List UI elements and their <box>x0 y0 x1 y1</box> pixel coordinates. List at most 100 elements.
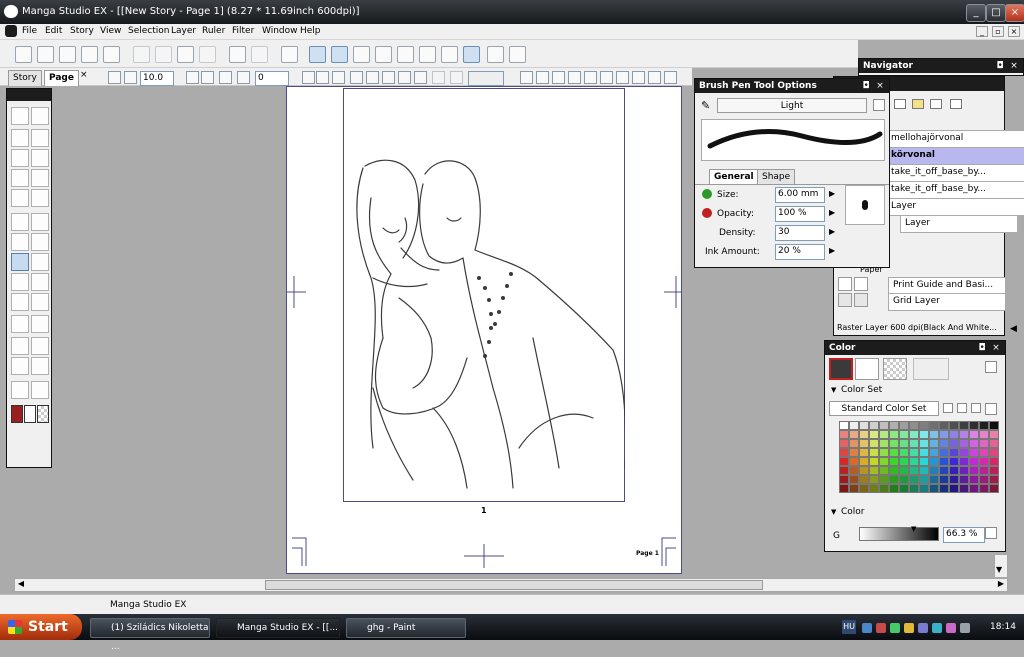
move-tool-icon[interactable] <box>31 169 49 187</box>
color-swatch[interactable] <box>929 421 939 430</box>
ruler-tool-5-icon[interactable] <box>584 71 597 84</box>
flip-horizontal-icon[interactable] <box>316 71 329 84</box>
color-swatch[interactable] <box>889 421 899 430</box>
fit-screen-icon[interactable] <box>350 71 363 84</box>
maximize-button[interactable]: □ <box>986 4 1006 22</box>
pen-size-input[interactable]: 10.0 <box>140 71 174 86</box>
brush-menu-icon[interactable] <box>873 99 885 111</box>
brush-options-close-button[interactable]: × <box>875 81 885 91</box>
color-swatch[interactable] <box>989 448 999 457</box>
color-swatch[interactable] <box>909 484 919 493</box>
color-swatch[interactable] <box>969 421 979 430</box>
color-swatch[interactable] <box>949 484 959 493</box>
color-swatch[interactable] <box>869 430 879 439</box>
size-arrow-icon[interactable]: ▶ <box>829 189 835 198</box>
grid-snap-icon[interactable] <box>648 71 661 84</box>
color-swatch[interactable] <box>959 466 969 475</box>
menu-layer[interactable]: Layer <box>171 26 196 36</box>
speech-balloon-tool-icon[interactable] <box>31 337 49 355</box>
start-button[interactable]: Start <box>0 614 82 640</box>
tray-icon-5[interactable] <box>918 623 928 633</box>
color-swatch[interactable] <box>849 475 859 484</box>
color-swatch[interactable] <box>879 475 889 484</box>
minimize-button[interactable]: _ <box>966 4 986 22</box>
select-arrow-tool-icon[interactable] <box>31 129 49 147</box>
rotate-view-icon[interactable] <box>432 71 445 84</box>
cut-icon[interactable] <box>133 46 150 63</box>
color-swatch[interactable] <box>919 448 929 457</box>
white-color-swatch[interactable] <box>24 405 36 423</box>
color-swatch[interactable] <box>929 448 939 457</box>
tray-icon-4[interactable] <box>904 623 914 633</box>
color-swatch[interactable] <box>919 475 929 484</box>
color-swatch[interactable] <box>949 439 959 448</box>
color-swatch[interactable] <box>979 430 989 439</box>
color-swatch[interactable] <box>969 484 979 493</box>
color-swatch[interactable] <box>979 439 989 448</box>
tab-shape[interactable]: Shape <box>757 169 796 185</box>
color-swatch[interactable] <box>859 448 869 457</box>
ruler-icon[interactable] <box>397 46 414 63</box>
tab-page[interactable]: Page <box>44 70 79 86</box>
color-swatch[interactable] <box>889 457 899 466</box>
color-swatch[interactable] <box>949 466 959 475</box>
color-swatch[interactable] <box>869 448 879 457</box>
save-icon[interactable] <box>81 46 98 63</box>
density-arrow-icon[interactable]: ▶ <box>829 227 835 236</box>
mdi-restore-button[interactable]: ▫ <box>992 26 1004 37</box>
color-swatch[interactable] <box>979 475 989 484</box>
color-swatch[interactable] <box>899 421 909 430</box>
pen-pressure-tool-icon[interactable] <box>11 357 29 375</box>
zoom-in-icon[interactable] <box>398 71 411 84</box>
color-swatch[interactable] <box>979 484 989 493</box>
scroll-right-icon[interactable]: ▶ <box>995 579 1007 591</box>
preview-icon[interactable] <box>509 46 526 63</box>
menu-story[interactable]: Story <box>70 26 94 36</box>
grid-icon[interactable] <box>463 46 480 63</box>
color-swatch[interactable] <box>929 475 939 484</box>
color-swatch[interactable] <box>899 484 909 493</box>
color-swatch[interactable] <box>889 430 899 439</box>
color-swatch[interactable] <box>889 448 899 457</box>
color-panel-restore-button[interactable]: ◘ <box>977 343 987 353</box>
color-swatch[interactable] <box>969 466 979 475</box>
fill-tool-icon[interactable] <box>11 273 29 291</box>
zoom-out-icon[interactable] <box>414 71 427 84</box>
color-swatch[interactable] <box>919 466 929 475</box>
new-folder-icon[interactable] <box>912 99 924 109</box>
taskbar-item-paint[interactable]: ghg - Paint <box>346 618 466 638</box>
color-swatch[interactable] <box>849 484 859 493</box>
color-swatch[interactable] <box>959 475 969 484</box>
pen-tool-icon[interactable] <box>11 213 29 231</box>
eye-visibility-icon[interactable] <box>838 277 852 291</box>
arrow-right-icon[interactable] <box>302 71 315 84</box>
view-mode-1-icon[interactable] <box>309 46 326 63</box>
color-swatch[interactable] <box>969 430 979 439</box>
color-swatch[interactable] <box>919 484 929 493</box>
color-swatch[interactable] <box>839 457 849 466</box>
tray-icon-1[interactable] <box>862 623 872 633</box>
mdi-close-button[interactable]: × <box>1008 26 1020 37</box>
color-swatch[interactable] <box>939 421 949 430</box>
color-swatch[interactable] <box>849 421 859 430</box>
close-button[interactable]: × <box>1005 4 1024 22</box>
background-color-swatch[interactable] <box>855 358 879 380</box>
color-swatch[interactable] <box>849 457 859 466</box>
redo-icon[interactable] <box>251 46 268 63</box>
color-swatch[interactable] <box>879 484 889 493</box>
color-swatch[interactable] <box>889 475 899 484</box>
navigator-close-button[interactable]: × <box>1009 61 1019 71</box>
color-swatch[interactable] <box>909 430 919 439</box>
size-input[interactable]: 6.00 mm <box>775 187 825 203</box>
marker-tool-icon[interactable] <box>11 233 29 251</box>
mdi-minimize-button[interactable]: _ <box>976 26 988 37</box>
color-set-menu-icon[interactable] <box>985 403 997 415</box>
color-swatch[interactable] <box>849 430 859 439</box>
opacity-arrow-icon[interactable]: ▶ <box>829 208 835 217</box>
rotate-left-icon[interactable] <box>237 71 250 84</box>
color-swatch[interactable] <box>959 448 969 457</box>
gradient-tool-icon[interactable] <box>11 293 29 311</box>
color-swatch[interactable] <box>929 484 939 493</box>
color-swatch[interactable] <box>949 430 959 439</box>
eraser-tool-icon[interactable] <box>31 233 49 251</box>
